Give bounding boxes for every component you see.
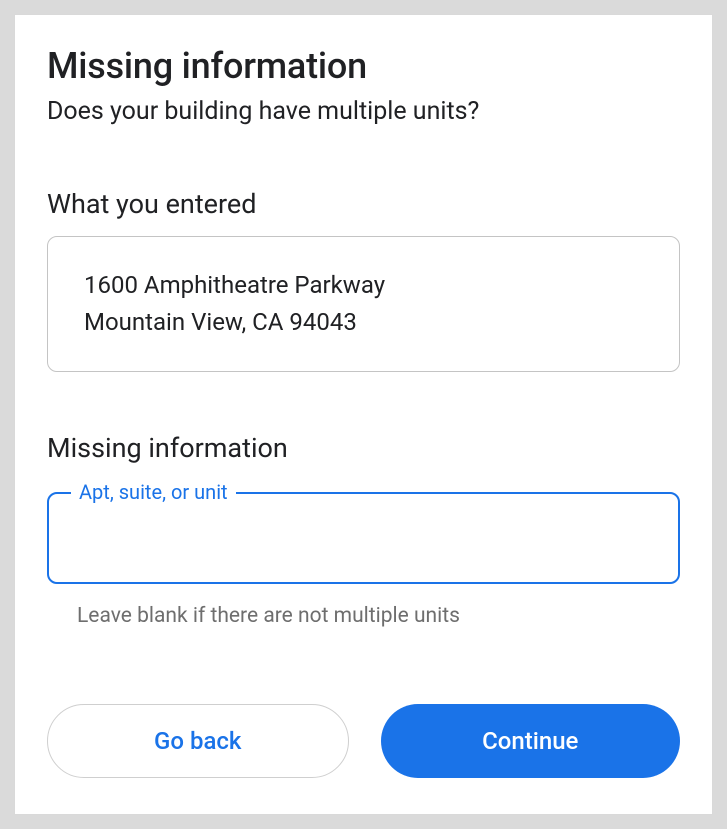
continue-button[interactable]: Continue	[381, 704, 681, 778]
button-row: Go back Continue	[47, 664, 680, 778]
unit-helper-text: Leave blank if there are not multiple un…	[77, 604, 680, 628]
go-back-button[interactable]: Go back	[47, 704, 349, 778]
dialog-subtitle: Does your building have multiple units?	[47, 97, 680, 126]
missing-heading: Missing information	[47, 432, 680, 464]
unit-field-wrapper: Apt, suite, or unit	[47, 492, 680, 584]
address-line-2: Mountain View, CA 94043	[84, 304, 643, 341]
unit-field-label: Apt, suite, or unit	[71, 480, 236, 504]
dialog-title: Missing information	[47, 45, 680, 87]
entered-address-box: 1600 Amphitheatre Parkway Mountain View,…	[47, 236, 680, 372]
address-line-1: 1600 Amphitheatre Parkway	[84, 267, 643, 304]
entered-heading: What you entered	[47, 188, 680, 220]
dialog-card: Missing information Does your building h…	[14, 14, 713, 815]
unit-input[interactable]	[47, 492, 680, 584]
